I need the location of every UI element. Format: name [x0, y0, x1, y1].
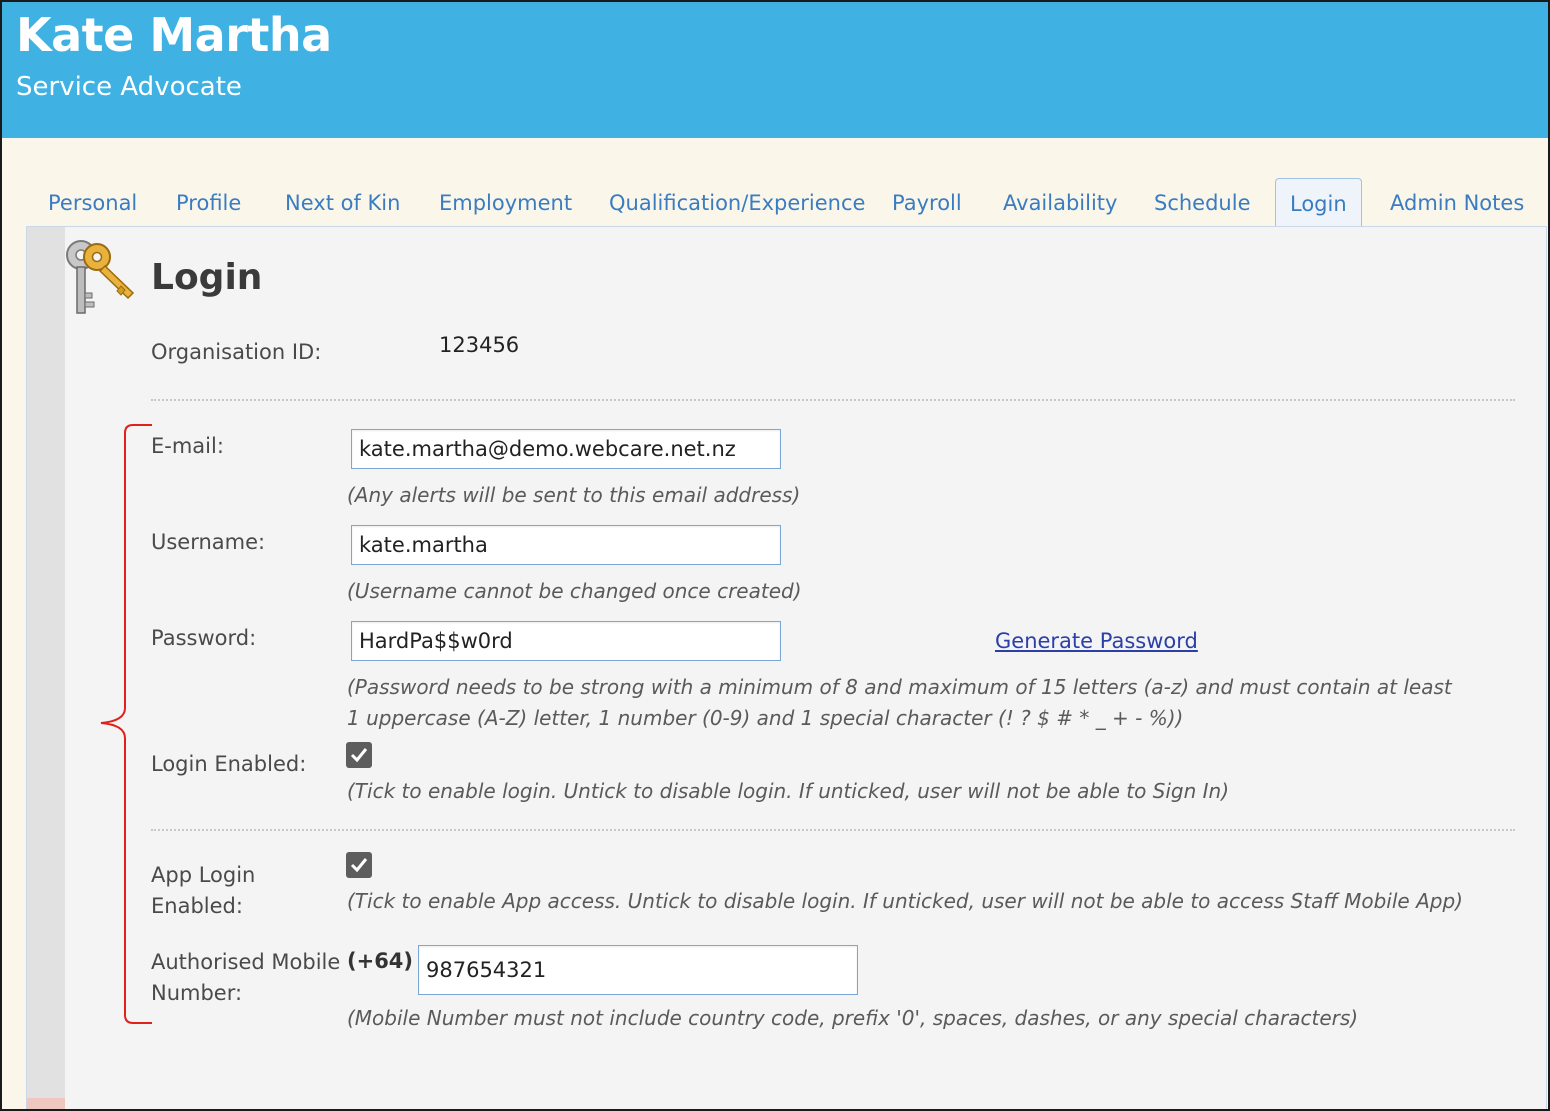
- organisation-id-value: 123456: [439, 333, 520, 357]
- app-login-label-line2: Enabled:: [151, 894, 243, 918]
- password-hint-line1: (Password needs to be strong with a mini…: [347, 675, 1452, 699]
- app-login-label-line1: App Login: [151, 863, 256, 887]
- tab-personal[interactable]: Personal: [48, 178, 137, 226]
- generate-password-link[interactable]: Generate Password: [995, 629, 1198, 653]
- keys-icon: [61, 235, 141, 317]
- mobile-hint: (Mobile Number must not include country …: [347, 1006, 1359, 1030]
- email-label: E-mail:: [151, 434, 224, 458]
- divider: [151, 399, 1515, 401]
- tab-employment[interactable]: Employment: [439, 178, 572, 226]
- login-enabled-label: Login Enabled:: [151, 752, 307, 776]
- login-enabled-checkbox[interactable]: [346, 742, 372, 768]
- tab-next-of-kin[interactable]: Next of Kin: [285, 178, 400, 226]
- checkmark-icon: [350, 858, 368, 873]
- tab-bar: Personal Profile Next of Kin Employment …: [26, 178, 1546, 228]
- login-panel: Login Organisation ID: 123456 E-mail: ka…: [26, 226, 1547, 1109]
- email-hint: (Any alerts will be sent to this email a…: [347, 483, 801, 507]
- tab-availability[interactable]: Availability: [1003, 178, 1117, 226]
- section-title: Login: [151, 257, 263, 298]
- mobile-label-line2: Number:: [151, 981, 243, 1005]
- login-enabled-hint: (Tick to enable login. Untick to disable…: [347, 779, 1230, 803]
- organisation-id-label: Organisation ID:: [151, 340, 322, 364]
- mobile-country-prefix: (+64): [347, 949, 414, 973]
- app-login-checkbox[interactable]: [346, 852, 372, 878]
- password-field[interactable]: HardPa$$w0rd: [351, 621, 781, 661]
- tab-payroll[interactable]: Payroll: [892, 178, 962, 226]
- tab-qualification-experience[interactable]: Qualification/Experience: [609, 178, 865, 226]
- staff-name: Kate Martha: [16, 8, 332, 62]
- mobile-number-field[interactable]: 987654321: [418, 945, 858, 995]
- panel-left-gutter: [27, 227, 65, 1109]
- checkmark-icon: [350, 748, 368, 763]
- annotation-bracket: [100, 424, 152, 1024]
- tab-profile[interactable]: Profile: [176, 178, 241, 226]
- email-field[interactable]: kate.martha@demo.webcare.net.nz: [351, 429, 781, 469]
- username-label: Username:: [151, 530, 266, 554]
- staff-header: Kate Martha Service Advocate: [2, 2, 1548, 138]
- username-field[interactable]: kate.martha: [351, 525, 781, 565]
- staff-role: Service Advocate: [16, 72, 242, 102]
- password-hint-line2: 1 uppercase (A-Z) letter, 1 number (0-9)…: [347, 706, 1184, 730]
- mobile-label-line1: Authorised Mobile: [151, 950, 341, 974]
- app-login-hint: (Tick to enable App access. Untick to di…: [347, 889, 1463, 913]
- password-label: Password:: [151, 626, 257, 650]
- divider: [151, 829, 1515, 831]
- tab-schedule[interactable]: Schedule: [1154, 178, 1251, 226]
- tab-admin-notes[interactable]: Admin Notes: [1390, 178, 1524, 226]
- tab-login[interactable]: Login: [1275, 178, 1362, 228]
- app-window: Kate Martha Service Advocate Personal Pr…: [0, 0, 1550, 1111]
- gutter-marker: [27, 1098, 65, 1109]
- username-hint: (Username cannot be changed once created…: [347, 579, 802, 603]
